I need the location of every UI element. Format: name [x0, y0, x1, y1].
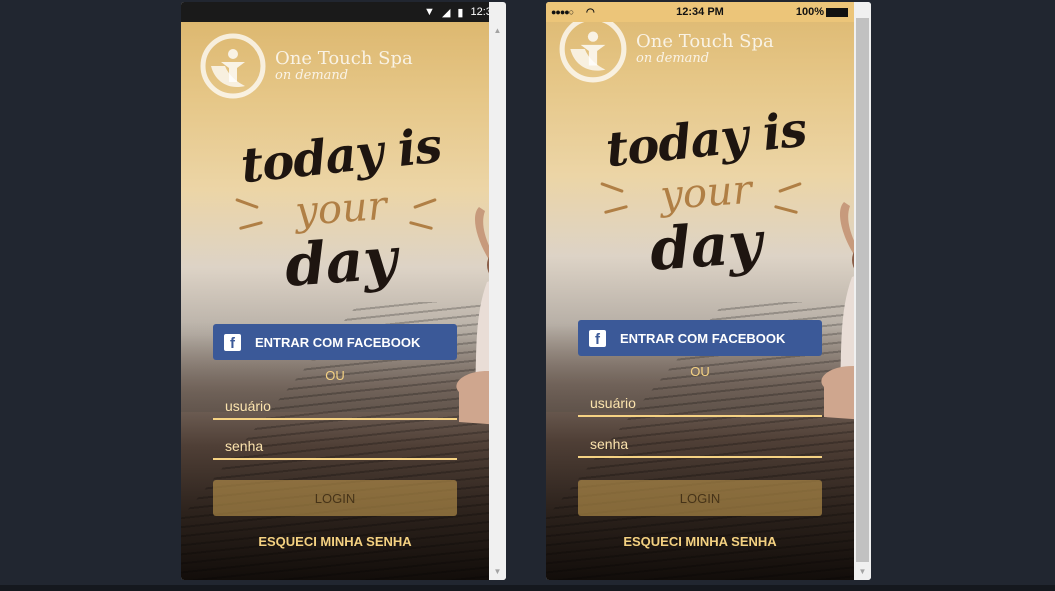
- username-placeholder: usuário: [225, 398, 271, 414]
- password-field[interactable]: senha: [213, 430, 457, 460]
- password-placeholder: senha: [590, 436, 629, 452]
- spa-logo-icon: [200, 33, 266, 99]
- facebook-icon: f: [589, 329, 606, 348]
- ios-preview: One Touch Spa on demand today is your da…: [546, 2, 871, 580]
- username-placeholder: usuário: [590, 395, 636, 411]
- android-app-screen: One Touch Spa on demand today is your da…: [181, 22, 489, 580]
- facebook-icon: f: [224, 333, 241, 352]
- wifi-icon: ▼: [424, 6, 435, 18]
- battery-icon: [826, 8, 848, 17]
- or-separator: OU: [690, 364, 710, 379]
- brand-subtitle: on demand: [275, 68, 349, 83]
- signal-icon: ◢: [441, 6, 451, 19]
- page-bottom-strip: [0, 585, 1055, 591]
- battery-icon: ▮: [457, 6, 464, 19]
- hero-lettering: today is your day: [576, 102, 836, 306]
- login-button[interactable]: LOGIN: [578, 480, 822, 516]
- scroll-up-icon[interactable]: ▲: [489, 22, 506, 39]
- battery-percentage: 100%: [795, 6, 824, 18]
- scroll-down-icon[interactable]: ▼: [854, 563, 871, 580]
- facebook-button-label: ENTRAR COM FACEBOOK: [620, 330, 786, 346]
- or-separator: OU: [325, 368, 345, 383]
- scroll-thumb[interactable]: [856, 18, 869, 562]
- username-field[interactable]: usuário: [213, 390, 457, 420]
- ios-scrollbar[interactable]: ▼: [854, 2, 871, 580]
- app-logo: One Touch Spa on demand: [558, 14, 774, 84]
- android-status-bar: ▼ ◢ ▮ 12:30: [181, 2, 506, 22]
- forgot-password-link[interactable]: ESQUECI MINHA SENHA: [546, 534, 854, 549]
- login-button[interactable]: LOGIN: [213, 480, 457, 516]
- spa-logo-icon: [559, 15, 627, 83]
- password-field[interactable]: senha: [578, 428, 822, 458]
- brand-name: One Touch Spa: [275, 48, 413, 69]
- app-logo: One Touch Spa on demand: [199, 32, 413, 100]
- ios-app-screen: One Touch Spa on demand today is your da…: [546, 2, 854, 580]
- android-preview: ▼ ◢ ▮ 12:30 One Touch Spa on demand toda…: [181, 2, 506, 580]
- scroll-down-icon[interactable]: ▼: [489, 563, 506, 580]
- login-button-label: LOGIN: [679, 490, 721, 506]
- android-scrollbar[interactable]: ▲ ▼: [489, 2, 506, 580]
- hero-lettering: today is your day: [211, 118, 471, 322]
- forgot-password-link[interactable]: ESQUECI MINHA SENHA: [181, 534, 489, 549]
- username-field[interactable]: usuário: [578, 387, 822, 417]
- brand-name: One Touch Spa: [636, 31, 774, 52]
- facebook-login-button[interactable]: f ENTRAR COM FACEBOOK: [213, 324, 457, 360]
- login-button-label: LOGIN: [314, 490, 356, 506]
- password-placeholder: senha: [225, 438, 264, 454]
- ios-status-bar: ●●●●○ ◠ 12:34 PM 100%: [546, 2, 854, 22]
- brand-subtitle: on demand: [636, 51, 710, 66]
- facebook-login-button[interactable]: f ENTRAR COM FACEBOOK: [578, 320, 822, 356]
- facebook-button-label: ENTRAR COM FACEBOOK: [255, 334, 421, 350]
